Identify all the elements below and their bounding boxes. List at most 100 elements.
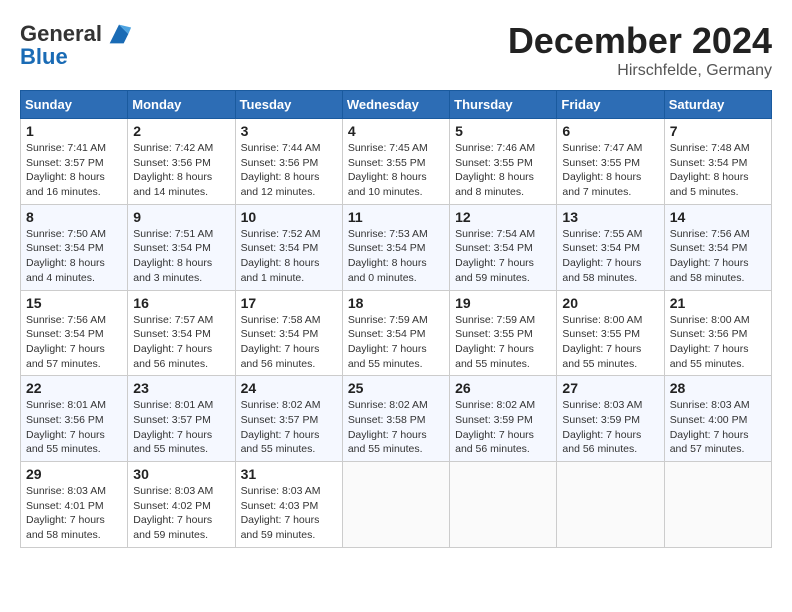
calendar-cell: 12 Sunrise: 7:54 AMSunset: 3:54 PMDayligh… bbox=[450, 204, 557, 290]
day-number: 19 bbox=[455, 295, 551, 311]
calendar-cell bbox=[342, 462, 449, 548]
day-number: 1 bbox=[26, 123, 122, 139]
day-detail: Sunrise: 8:00 AMSunset: 3:55 PMDaylight:… bbox=[562, 313, 658, 372]
calendar-cell bbox=[557, 462, 664, 548]
calendar-cell: 18Sunrise: 7:59 AMSunset: 3:54 PMDayligh… bbox=[342, 290, 449, 376]
day-detail: Sunrise: 7:58 AMSunset: 3:54 PMDaylight:… bbox=[241, 313, 337, 372]
day-detail: Sunrise: 7:54 AMSunset: 3:54 PMDaylight:… bbox=[455, 227, 551, 286]
day-number: 14 bbox=[670, 209, 766, 225]
calendar-cell: 26 Sunrise: 8:02 AMSunset: 3:59 PMDayligh… bbox=[450, 376, 557, 462]
calendar-cell: 24 Sunrise: 8:02 AMSunset: 3:57 PMDayligh… bbox=[235, 376, 342, 462]
calendar-cell: 5 Sunrise: 7:46 AMSunset: 3:55 PMDaylight… bbox=[450, 119, 557, 205]
day-detail: Sunrise: 7:52 AMSunset: 3:54 PMDaylight:… bbox=[241, 227, 337, 286]
calendar-cell: 7Sunrise: 7:48 AMSunset: 3:54 PMDaylight… bbox=[664, 119, 771, 205]
day-detail: Sunrise: 7:56 AMSunset: 3:54 PMDaylight:… bbox=[26, 313, 122, 372]
day-number: 20 bbox=[562, 295, 658, 311]
day-number: 3 bbox=[241, 123, 337, 139]
month-title: December 2024 bbox=[508, 20, 772, 62]
calendar-cell: 15Sunrise: 7:56 AMSunset: 3:54 PMDayligh… bbox=[21, 290, 128, 376]
day-detail: Sunrise: 8:03 AMSunset: 4:02 PMDaylight:… bbox=[133, 484, 229, 543]
calendar-cell: 25Sunrise: 8:02 AMSunset: 3:58 PMDayligh… bbox=[342, 376, 449, 462]
day-detail: Sunrise: 8:02 AMSunset: 3:57 PMDaylight:… bbox=[241, 398, 337, 457]
calendar-cell: 16 Sunrise: 7:57 AMSunset: 3:54 PMDayligh… bbox=[128, 290, 235, 376]
day-detail: Sunrise: 7:56 AMSunset: 3:54 PMDaylight:… bbox=[670, 227, 766, 286]
day-detail: Sunrise: 8:01 AMSunset: 3:57 PMDaylight:… bbox=[133, 398, 229, 457]
day-number: 5 bbox=[455, 123, 551, 139]
calendar-cell: 19 Sunrise: 7:59 AMSunset: 3:55 PMDayligh… bbox=[450, 290, 557, 376]
calendar-week-row: 29 Sunrise: 8:03 AMSunset: 4:01 PMDayligh… bbox=[21, 462, 772, 548]
day-detail: Sunrise: 8:03 AMSunset: 3:59 PMDaylight:… bbox=[562, 398, 658, 457]
header-day-friday: Friday bbox=[557, 91, 664, 119]
day-detail: Sunrise: 7:55 AMSunset: 3:54 PMDaylight:… bbox=[562, 227, 658, 286]
calendar-cell: 23 Sunrise: 8:01 AMSunset: 3:57 PMDayligh… bbox=[128, 376, 235, 462]
day-number: 7 bbox=[670, 123, 766, 139]
day-detail: Sunrise: 7:51 AMSunset: 3:54 PMDaylight:… bbox=[133, 227, 229, 286]
header-day-saturday: Saturday bbox=[664, 91, 771, 119]
day-detail: Sunrise: 7:47 AMSunset: 3:55 PMDaylight:… bbox=[562, 141, 658, 200]
day-detail: Sunrise: 8:03 AMSunset: 4:03 PMDaylight:… bbox=[241, 484, 337, 543]
day-number: 27 bbox=[562, 380, 658, 396]
header-day-tuesday: Tuesday bbox=[235, 91, 342, 119]
calendar-week-row: 1 Sunrise: 7:41 AMSunset: 3:57 PMDaylight… bbox=[21, 119, 772, 205]
title-block: December 2024 Hirschfelde, Germany bbox=[508, 20, 772, 80]
day-detail: Sunrise: 7:44 AMSunset: 3:56 PMDaylight:… bbox=[241, 141, 337, 200]
calendar-cell: 3 Sunrise: 7:44 AMSunset: 3:56 PMDaylight… bbox=[235, 119, 342, 205]
page-header: General Blue December 2024 Hirschfelde, … bbox=[20, 20, 772, 80]
day-detail: Sunrise: 7:41 AMSunset: 3:57 PMDaylight:… bbox=[26, 141, 122, 200]
day-detail: Sunrise: 8:00 AMSunset: 3:56 PMDaylight:… bbox=[670, 313, 766, 372]
calendar-cell: 21 Sunrise: 8:00 AMSunset: 3:56 PMDayligh… bbox=[664, 290, 771, 376]
logo-icon bbox=[105, 20, 133, 48]
calendar-cell: 10 Sunrise: 7:52 AMSunset: 3:54 PMDayligh… bbox=[235, 204, 342, 290]
calendar-cell: 27 Sunrise: 8:03 AMSunset: 3:59 PMDayligh… bbox=[557, 376, 664, 462]
calendar-cell bbox=[664, 462, 771, 548]
day-detail: Sunrise: 7:42 AMSunset: 3:56 PMDaylight:… bbox=[133, 141, 229, 200]
day-number: 25 bbox=[348, 380, 444, 396]
day-detail: Sunrise: 8:03 AMSunset: 4:00 PMDaylight:… bbox=[670, 398, 766, 457]
day-number: 24 bbox=[241, 380, 337, 396]
day-detail: Sunrise: 7:59 AMSunset: 3:54 PMDaylight:… bbox=[348, 313, 444, 372]
header-day-thursday: Thursday bbox=[450, 91, 557, 119]
calendar-cell: 2 Sunrise: 7:42 AMSunset: 3:56 PMDaylight… bbox=[128, 119, 235, 205]
day-number: 2 bbox=[133, 123, 229, 139]
calendar-cell: 9 Sunrise: 7:51 AMSunset: 3:54 PMDaylight… bbox=[128, 204, 235, 290]
day-number: 11 bbox=[348, 209, 444, 225]
day-detail: Sunrise: 7:59 AMSunset: 3:55 PMDaylight:… bbox=[455, 313, 551, 372]
header-day-sunday: Sunday bbox=[21, 91, 128, 119]
day-number: 29 bbox=[26, 466, 122, 482]
day-detail: Sunrise: 7:45 AMSunset: 3:55 PMDaylight:… bbox=[348, 141, 444, 200]
day-detail: Sunrise: 7:53 AMSunset: 3:54 PMDaylight:… bbox=[348, 227, 444, 286]
day-number: 31 bbox=[241, 466, 337, 482]
day-number: 6 bbox=[562, 123, 658, 139]
calendar-cell: 6 Sunrise: 7:47 AMSunset: 3:55 PMDaylight… bbox=[557, 119, 664, 205]
calendar-cell: 1 Sunrise: 7:41 AMSunset: 3:57 PMDaylight… bbox=[21, 119, 128, 205]
logo: General Blue bbox=[20, 20, 133, 70]
day-number: 17 bbox=[241, 295, 337, 311]
day-detail: Sunrise: 8:01 AMSunset: 3:56 PMDaylight:… bbox=[26, 398, 122, 457]
day-number: 9 bbox=[133, 209, 229, 225]
day-number: 23 bbox=[133, 380, 229, 396]
calendar-cell: 20 Sunrise: 8:00 AMSunset: 3:55 PMDayligh… bbox=[557, 290, 664, 376]
calendar-cell: 4 Sunrise: 7:45 AMSunset: 3:55 PMDaylight… bbox=[342, 119, 449, 205]
day-detail: Sunrise: 8:02 AMSunset: 3:59 PMDaylight:… bbox=[455, 398, 551, 457]
calendar-cell bbox=[450, 462, 557, 548]
calendar-cell: 30 Sunrise: 8:03 AMSunset: 4:02 PMDayligh… bbox=[128, 462, 235, 548]
calendar-cell: 8Sunrise: 7:50 AMSunset: 3:54 PMDaylight… bbox=[21, 204, 128, 290]
day-detail: Sunrise: 7:57 AMSunset: 3:54 PMDaylight:… bbox=[133, 313, 229, 372]
day-number: 10 bbox=[241, 209, 337, 225]
day-number: 21 bbox=[670, 295, 766, 311]
calendar-body: 1 Sunrise: 7:41 AMSunset: 3:57 PMDaylight… bbox=[21, 119, 772, 548]
header-day-monday: Monday bbox=[128, 91, 235, 119]
day-detail: Sunrise: 7:46 AMSunset: 3:55 PMDaylight:… bbox=[455, 141, 551, 200]
calendar-cell: 22Sunrise: 8:01 AMSunset: 3:56 PMDayligh… bbox=[21, 376, 128, 462]
header-day-wednesday: Wednesday bbox=[342, 91, 449, 119]
day-number: 30 bbox=[133, 466, 229, 482]
day-number: 4 bbox=[348, 123, 444, 139]
day-number: 16 bbox=[133, 295, 229, 311]
calendar-week-row: 8Sunrise: 7:50 AMSunset: 3:54 PMDaylight… bbox=[21, 204, 772, 290]
calendar-cell: 13Sunrise: 7:55 AMSunset: 3:54 PMDayligh… bbox=[557, 204, 664, 290]
calendar-week-row: 15Sunrise: 7:56 AMSunset: 3:54 PMDayligh… bbox=[21, 290, 772, 376]
day-number: 26 bbox=[455, 380, 551, 396]
calendar-cell: 14 Sunrise: 7:56 AMSunset: 3:54 PMDayligh… bbox=[664, 204, 771, 290]
day-detail: Sunrise: 8:03 AMSunset: 4:01 PMDaylight:… bbox=[26, 484, 122, 543]
day-number: 12 bbox=[455, 209, 551, 225]
